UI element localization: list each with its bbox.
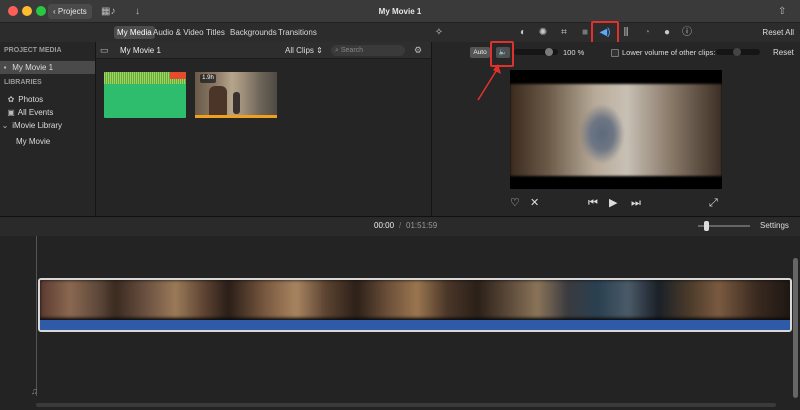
skip-back-icon[interactable]: ⏮	[588, 196, 598, 210]
sidebar-item-label: All Events	[17, 108, 54, 117]
vertical-scrollbar[interactable]	[793, 258, 798, 398]
fullscreen-icon[interactable]: ⤢	[709, 196, 718, 210]
title-bar: ‹ Projects ▦♪ ↓ ⇧	[0, 0, 800, 23]
search-icon: ⌕	[335, 47, 339, 54]
crop-icon[interactable]: ⌗	[557, 26, 571, 40]
sidebar-item-project[interactable]: ▪ My Movie 1	[0, 61, 95, 74]
percent-sign: %	[577, 48, 585, 57]
share-icon[interactable]: ⇧	[778, 4, 786, 19]
clip-duration-badge: 1.9h	[200, 74, 216, 83]
color-balance-icon[interactable]: ◐	[516, 26, 530, 40]
chevron-down-icon[interactable]: ⌄	[0, 119, 10, 132]
lower-volume-checkbox[interactable]	[611, 49, 619, 57]
info-icon[interactable]: ⓘ	[680, 26, 694, 40]
color-correction-icon[interactable]: ✺	[536, 26, 550, 40]
preview-frame	[510, 84, 722, 176]
music-note-icon: ♫	[31, 386, 38, 396]
reset-all-button[interactable]: Reset All	[762, 26, 794, 39]
sidebar-item-label: Photos	[18, 95, 44, 104]
noise-reduction-icon[interactable]: ⫼	[619, 26, 633, 40]
clip-frame-figure	[209, 86, 227, 116]
volume-percent: 100 %	[563, 48, 584, 57]
sidebar-item-photos[interactable]: ✿ Photos	[0, 93, 95, 106]
media-browser: ▭ My Movie 1 All Clips ⇕ ⌕ Search ⚙	[96, 42, 431, 216]
clip-filter-dropdown[interactable]: All Clips ⇕	[285, 42, 323, 59]
sidebar-item-label: My Movie 1	[12, 63, 54, 72]
sidebar-item-all-events[interactable]: ▣ All Events	[0, 106, 95, 119]
toolbar: My Media Audio & Video Titles Background…	[0, 23, 800, 42]
chevron-left-icon: ‹	[53, 7, 56, 16]
skip-forward-icon[interactable]: ⏭	[631, 196, 641, 210]
timecode-separator: /	[399, 221, 402, 230]
auto-button[interactable]: Auto	[470, 47, 490, 58]
tab-audio-video[interactable]: Audio & Video	[150, 26, 207, 39]
audio-clip-thumbnail[interactable]	[104, 72, 186, 118]
lower-volume-slider-knob[interactable]	[733, 48, 741, 56]
browser-header: ▭ My Movie 1 All Clips ⇕ ⌕ Search ⚙	[96, 42, 431, 59]
speed-icon[interactable]: ◔	[640, 26, 654, 40]
events-icon: ▣	[7, 108, 15, 117]
favorite-heart-icon[interactable]: ♡	[510, 196, 520, 210]
projects-button[interactable]: ‹ Projects	[48, 4, 92, 19]
timeline-clip[interactable]	[38, 278, 792, 332]
reset-button[interactable]: Reset	[773, 48, 794, 57]
timeline-settings-button[interactable]: Settings	[760, 221, 789, 230]
sidebar-item-label: My Movie	[16, 137, 51, 146]
lower-volume-label: Lower volume of other clips:	[622, 48, 716, 57]
import-download-icon[interactable]: ↓	[135, 4, 140, 19]
libraries-sidebar: PROJECT MEDIA ▪ My Movie 1 LIBRARIES ✿ P…	[0, 42, 96, 216]
reject-icon[interactable]: ✕	[530, 196, 539, 210]
timeline-zoom-knob[interactable]	[704, 221, 709, 231]
minimize-window-button[interactable]	[22, 6, 32, 16]
search-input[interactable]: ⌕ Search	[331, 45, 405, 56]
sidebar-item-library[interactable]: ⌄ iMovie Library	[0, 119, 95, 132]
horizontal-scrollbar[interactable]	[36, 403, 776, 407]
video-preview[interactable]	[510, 70, 722, 189]
search-placeholder: Search	[340, 47, 364, 54]
settings-gear-icon[interactable]: ⚙	[414, 44, 422, 57]
tab-transitions[interactable]: Transitions	[275, 26, 320, 39]
clip-used-indicator	[195, 115, 277, 118]
zoom-window-button[interactable]	[36, 6, 46, 16]
stabilization-icon[interactable]: ■	[578, 26, 592, 40]
audio-waveform-track[interactable]	[40, 320, 790, 330]
media-import-icon[interactable]: ▦♪	[101, 4, 115, 19]
tab-my-media[interactable]: My Media	[114, 26, 155, 39]
browser-title: My Movie 1	[120, 46, 161, 55]
volume-value: 100	[563, 48, 576, 57]
clip-peak-marker	[170, 72, 186, 79]
project-media-header: PROJECT MEDIA	[4, 47, 62, 54]
projects-label: Projects	[57, 7, 87, 16]
clip-frame-figure	[233, 92, 240, 114]
sidebar-item-label: iMovie Library	[12, 121, 63, 130]
annotation-arrow	[477, 64, 501, 101]
libraries-header: LIBRARIES	[4, 79, 42, 86]
sidebar-item-event[interactable]: My Movie	[0, 135, 95, 148]
current-timecode: 00:00	[374, 221, 395, 230]
magic-wand-icon[interactable]: ✧	[432, 26, 446, 40]
close-window-button[interactable]	[8, 6, 18, 16]
clip-filter-label: All Clips	[285, 46, 314, 55]
play-icon[interactable]: ▶	[609, 196, 617, 210]
film-icon: ▪	[3, 63, 7, 72]
playhead[interactable]	[36, 236, 37, 396]
tab-backgrounds[interactable]: Backgrounds	[227, 26, 280, 39]
clip-filter-icon[interactable]: ●	[660, 26, 674, 40]
sidebar-toggle-icon[interactable]: ▭	[100, 44, 109, 57]
chevron-updown-icon: ⇕	[316, 46, 323, 55]
video-filmstrip	[40, 280, 790, 318]
total-timecode: 01:51:59	[406, 221, 438, 230]
tab-titles[interactable]: Titles	[203, 26, 228, 39]
photos-icon: ✿	[7, 95, 15, 104]
